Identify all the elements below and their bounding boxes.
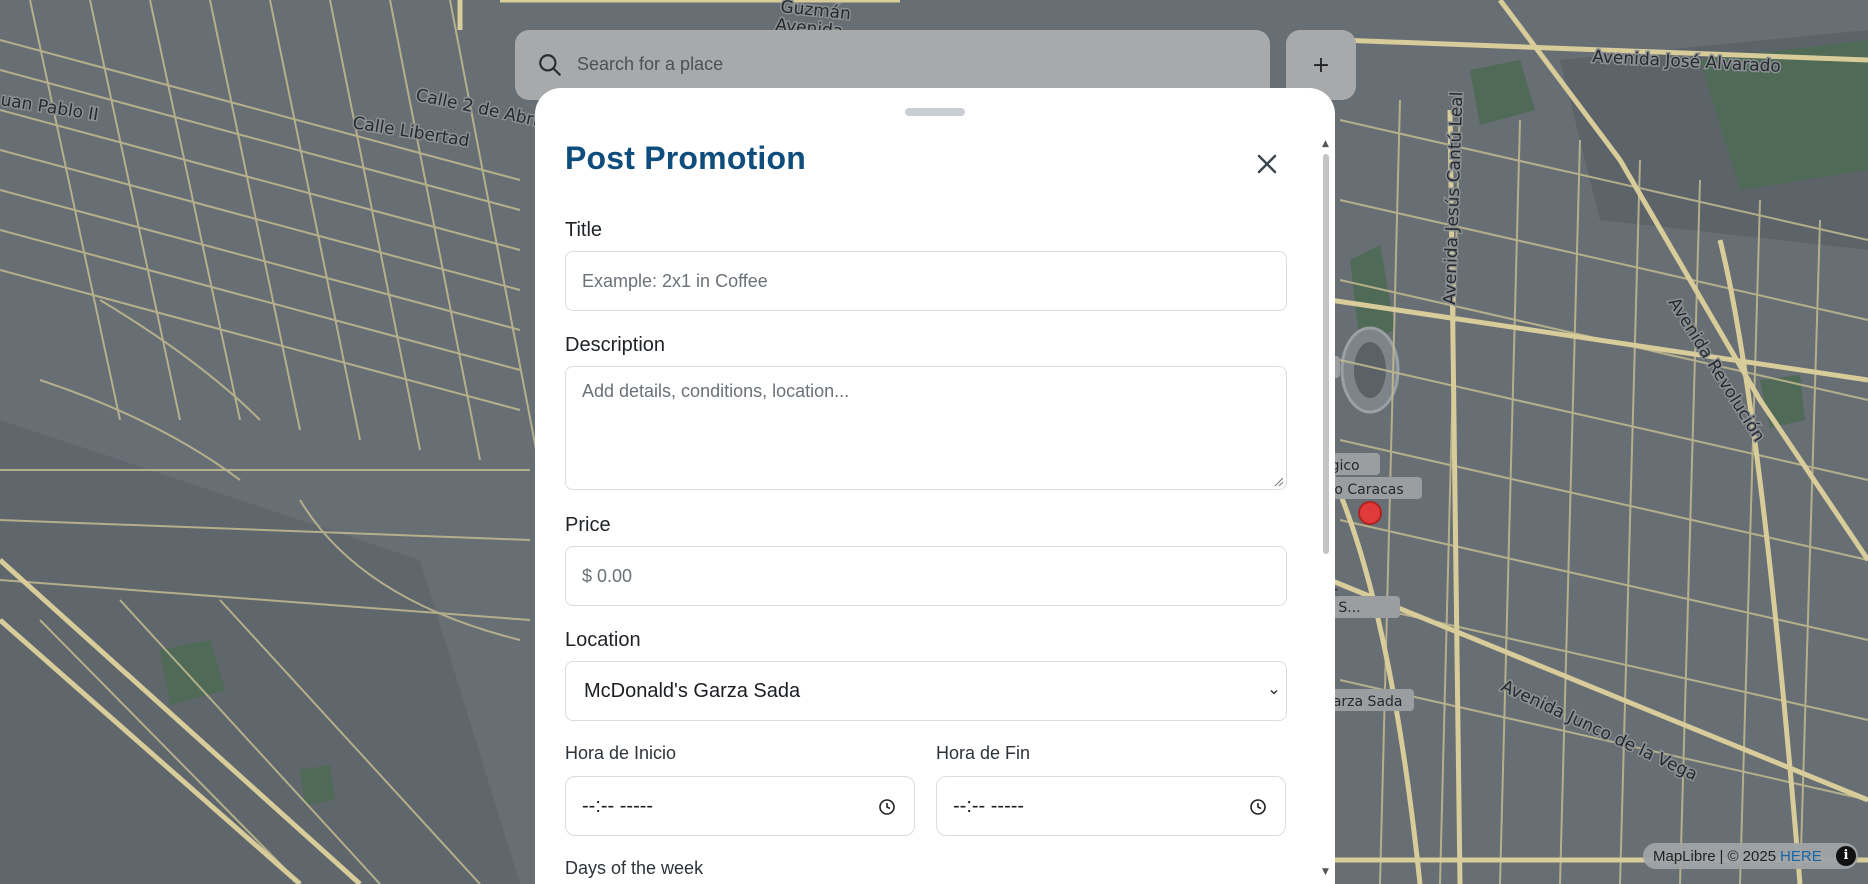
map-attribution: MapLibre | © 2025 HERE i <box>1643 843 1858 869</box>
search-icon <box>535 50 565 80</box>
post-promotion-modal: Post Promotion ▲ ▼ Title Description Pri… <box>535 88 1335 884</box>
start-time-input[interactable]: --:-- ----- <box>565 776 915 836</box>
location-select[interactable]: McDonald's Garza Sada <box>565 661 1287 721</box>
scroll-down-arrow[interactable]: ▼ <box>1320 866 1331 878</box>
search-input[interactable] <box>577 44 1177 84</box>
chevron-down-icon <box>1270 689 1278 695</box>
maplibre-link[interactable]: MapLibre <box>1653 848 1716 865</box>
price-label: Price <box>565 514 611 536</box>
here-link[interactable]: HERE <box>1780 848 1822 865</box>
location-label: Location <box>565 629 641 651</box>
start-time-label: Hora de Inicio <box>565 743 677 763</box>
end-time-label: Hora de Fin <box>936 743 1031 763</box>
end-time-input[interactable]: --:-- ----- <box>936 776 1286 836</box>
scroll-up-arrow[interactable]: ▲ <box>1320 138 1331 150</box>
title-input[interactable] <box>565 251 1287 311</box>
clock-icon[interactable] <box>878 798 896 816</box>
close-icon <box>1257 154 1277 174</box>
end-time-value: --:-- ----- <box>953 794 1025 817</box>
info-icon[interactable]: i <box>1836 846 1856 866</box>
title-label: Title <box>565 219 603 241</box>
attribution-separator: | <box>1719 847 1724 865</box>
close-button[interactable] <box>1247 144 1287 184</box>
start-time-value: --:-- ----- <box>582 794 654 817</box>
days-of-week-label: Days of the week <box>565 858 704 878</box>
price-input[interactable] <box>565 546 1287 606</box>
location-selected-value: McDonald's Garza Sada <box>584 679 801 702</box>
description-label: Description <box>565 334 666 356</box>
clock-icon[interactable] <box>1249 798 1267 816</box>
resize-grip-icon[interactable] <box>1273 476 1283 486</box>
drag-handle[interactable] <box>905 108 965 116</box>
modal-title: Post Promotion <box>565 140 807 176</box>
attribution-copyright: © 2025 <box>1727 847 1777 865</box>
description-textarea[interactable] <box>565 366 1287 490</box>
scrollbar-thumb[interactable] <box>1323 154 1329 554</box>
